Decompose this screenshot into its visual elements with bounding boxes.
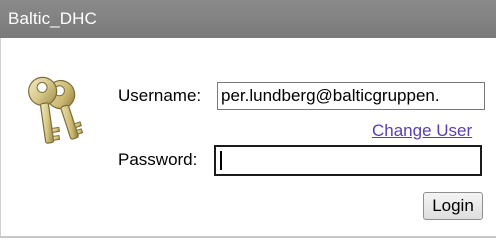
panel-left-border xyxy=(0,38,1,238)
title-bar: Baltic_DHC xyxy=(0,0,496,38)
username-label: Username: xyxy=(118,86,202,105)
password-label: Password: xyxy=(118,150,198,169)
password-input[interactable] xyxy=(214,145,482,176)
panel-bottom-divider xyxy=(0,236,496,238)
window-title: Baltic_DHC xyxy=(8,9,97,28)
username-input[interactable] xyxy=(217,82,485,110)
keys-icon xyxy=(28,76,84,144)
login-button[interactable]: Login xyxy=(423,192,483,220)
text-caret xyxy=(220,151,222,170)
change-user-link[interactable]: Change User xyxy=(372,121,472,141)
